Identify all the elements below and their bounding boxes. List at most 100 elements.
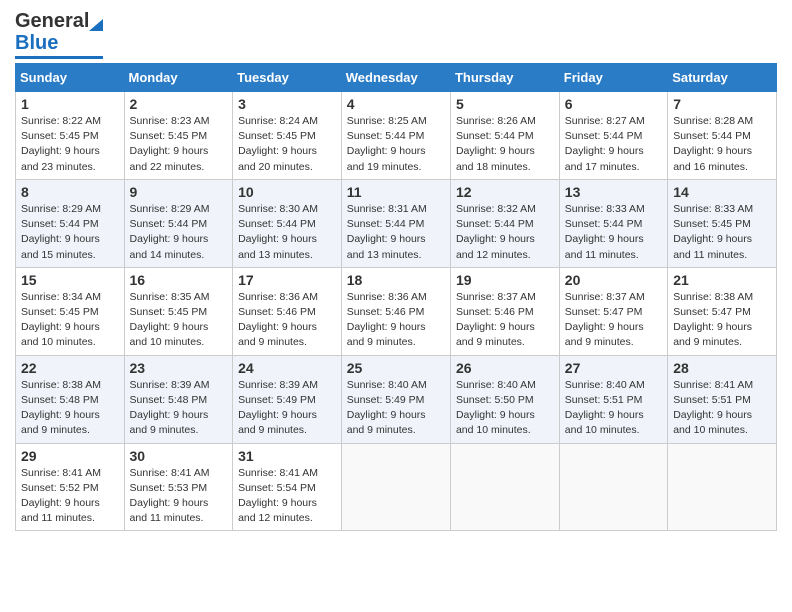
page-header: GeneralBlue	[15, 10, 777, 59]
day-number: 19	[456, 272, 554, 288]
logo-text-block: GeneralBlue	[15, 10, 103, 59]
calendar-week-row: 15 Sunrise: 8:34 AMSunset: 5:45 PMDaylig…	[16, 267, 777, 355]
col-header-monday: Monday	[124, 64, 233, 92]
day-number: 11	[347, 184, 445, 200]
day-number: 12	[456, 184, 554, 200]
day-info: Sunrise: 8:41 AMSunset: 5:52 PMDaylight:…	[21, 466, 119, 527]
day-number: 14	[673, 184, 771, 200]
day-info: Sunrise: 8:41 AMSunset: 5:53 PMDaylight:…	[130, 466, 228, 527]
calendar-cell: 30 Sunrise: 8:41 AMSunset: 5:53 PMDaylig…	[124, 443, 233, 531]
calendar-cell: 27 Sunrise: 8:40 AMSunset: 5:51 PMDaylig…	[559, 355, 667, 443]
col-header-thursday: Thursday	[450, 64, 559, 92]
day-info: Sunrise: 8:36 AMSunset: 5:46 PMDaylight:…	[238, 290, 336, 351]
calendar-cell: 9 Sunrise: 8:29 AMSunset: 5:44 PMDayligh…	[124, 179, 233, 267]
day-number: 22	[21, 360, 119, 376]
day-number: 6	[565, 96, 662, 112]
day-info: Sunrise: 8:25 AMSunset: 5:44 PMDaylight:…	[347, 114, 445, 175]
day-info: Sunrise: 8:35 AMSunset: 5:45 PMDaylight:…	[130, 290, 228, 351]
day-info: Sunrise: 8:40 AMSunset: 5:49 PMDaylight:…	[347, 378, 445, 439]
calendar-cell: 15 Sunrise: 8:34 AMSunset: 5:45 PMDaylig…	[16, 267, 125, 355]
calendar-week-row: 1 Sunrise: 8:22 AMSunset: 5:45 PMDayligh…	[16, 92, 777, 180]
calendar-cell	[450, 443, 559, 531]
calendar-cell: 25 Sunrise: 8:40 AMSunset: 5:49 PMDaylig…	[341, 355, 450, 443]
day-info: Sunrise: 8:29 AMSunset: 5:44 PMDaylight:…	[130, 202, 228, 263]
day-info: Sunrise: 8:32 AMSunset: 5:44 PMDaylight:…	[456, 202, 554, 263]
day-info: Sunrise: 8:26 AMSunset: 5:44 PMDaylight:…	[456, 114, 554, 175]
day-number: 8	[21, 184, 119, 200]
calendar-cell: 12 Sunrise: 8:32 AMSunset: 5:44 PMDaylig…	[450, 179, 559, 267]
day-info: Sunrise: 8:39 AMSunset: 5:49 PMDaylight:…	[238, 378, 336, 439]
day-number: 21	[673, 272, 771, 288]
calendar-table: SundayMondayTuesdayWednesdayThursdayFrid…	[15, 63, 777, 531]
calendar-cell: 28 Sunrise: 8:41 AMSunset: 5:51 PMDaylig…	[668, 355, 777, 443]
logo-underline	[15, 56, 103, 59]
day-info: Sunrise: 8:41 AMSunset: 5:54 PMDaylight:…	[238, 466, 336, 527]
day-info: Sunrise: 8:33 AMSunset: 5:44 PMDaylight:…	[565, 202, 662, 263]
day-number: 31	[238, 448, 336, 464]
calendar-week-row: 29 Sunrise: 8:41 AMSunset: 5:52 PMDaylig…	[16, 443, 777, 531]
day-info: Sunrise: 8:31 AMSunset: 5:44 PMDaylight:…	[347, 202, 445, 263]
logo-general-label: General	[15, 10, 89, 32]
day-info: Sunrise: 8:22 AMSunset: 5:45 PMDaylight:…	[21, 114, 119, 175]
calendar-cell	[559, 443, 667, 531]
calendar-week-row: 8 Sunrise: 8:29 AMSunset: 5:44 PMDayligh…	[16, 179, 777, 267]
day-info: Sunrise: 8:30 AMSunset: 5:44 PMDaylight:…	[238, 202, 336, 263]
calendar-cell: 16 Sunrise: 8:35 AMSunset: 5:45 PMDaylig…	[124, 267, 233, 355]
day-number: 13	[565, 184, 662, 200]
calendar-cell: 20 Sunrise: 8:37 AMSunset: 5:47 PMDaylig…	[559, 267, 667, 355]
calendar-cell: 24 Sunrise: 8:39 AMSunset: 5:49 PMDaylig…	[233, 355, 342, 443]
day-info: Sunrise: 8:40 AMSunset: 5:50 PMDaylight:…	[456, 378, 554, 439]
calendar-cell: 17 Sunrise: 8:36 AMSunset: 5:46 PMDaylig…	[233, 267, 342, 355]
day-number: 1	[21, 96, 119, 112]
calendar-cell: 7 Sunrise: 8:28 AMSunset: 5:44 PMDayligh…	[668, 92, 777, 180]
day-info: Sunrise: 8:40 AMSunset: 5:51 PMDaylight:…	[565, 378, 662, 439]
day-number: 7	[673, 96, 771, 112]
day-info: Sunrise: 8:41 AMSunset: 5:51 PMDaylight:…	[673, 378, 771, 439]
day-number: 16	[130, 272, 228, 288]
calendar-cell: 11 Sunrise: 8:31 AMSunset: 5:44 PMDaylig…	[341, 179, 450, 267]
calendar-cell: 3 Sunrise: 8:24 AMSunset: 5:45 PMDayligh…	[233, 92, 342, 180]
calendar-cell: 2 Sunrise: 8:23 AMSunset: 5:45 PMDayligh…	[124, 92, 233, 180]
calendar-cell: 29 Sunrise: 8:41 AMSunset: 5:52 PMDaylig…	[16, 443, 125, 531]
calendar-cell: 18 Sunrise: 8:36 AMSunset: 5:46 PMDaylig…	[341, 267, 450, 355]
calendar-cell: 22 Sunrise: 8:38 AMSunset: 5:48 PMDaylig…	[16, 355, 125, 443]
calendar-header-row: SundayMondayTuesdayWednesdayThursdayFrid…	[16, 64, 777, 92]
day-info: Sunrise: 8:37 AMSunset: 5:47 PMDaylight:…	[565, 290, 662, 351]
calendar-cell: 10 Sunrise: 8:30 AMSunset: 5:44 PMDaylig…	[233, 179, 342, 267]
day-number: 3	[238, 96, 336, 112]
calendar-cell: 1 Sunrise: 8:22 AMSunset: 5:45 PMDayligh…	[16, 92, 125, 180]
day-info: Sunrise: 8:29 AMSunset: 5:44 PMDaylight:…	[21, 202, 119, 263]
day-number: 20	[565, 272, 662, 288]
logo: GeneralBlue	[15, 10, 103, 59]
col-header-tuesday: Tuesday	[233, 64, 342, 92]
calendar-week-row: 22 Sunrise: 8:38 AMSunset: 5:48 PMDaylig…	[16, 355, 777, 443]
day-number: 23	[130, 360, 228, 376]
day-number: 9	[130, 184, 228, 200]
calendar-cell: 21 Sunrise: 8:38 AMSunset: 5:47 PMDaylig…	[668, 267, 777, 355]
day-info: Sunrise: 8:28 AMSunset: 5:44 PMDaylight:…	[673, 114, 771, 175]
day-number: 10	[238, 184, 336, 200]
col-header-saturday: Saturday	[668, 64, 777, 92]
col-header-friday: Friday	[559, 64, 667, 92]
calendar-cell: 8 Sunrise: 8:29 AMSunset: 5:44 PMDayligh…	[16, 179, 125, 267]
calendar-cell	[341, 443, 450, 531]
day-number: 25	[347, 360, 445, 376]
calendar-cell: 13 Sunrise: 8:33 AMSunset: 5:44 PMDaylig…	[559, 179, 667, 267]
calendar-cell: 23 Sunrise: 8:39 AMSunset: 5:48 PMDaylig…	[124, 355, 233, 443]
calendar-cell: 14 Sunrise: 8:33 AMSunset: 5:45 PMDaylig…	[668, 179, 777, 267]
day-number: 30	[130, 448, 228, 464]
day-number: 17	[238, 272, 336, 288]
logo-blue-label: Blue	[15, 32, 58, 54]
day-number: 27	[565, 360, 662, 376]
day-info: Sunrise: 8:36 AMSunset: 5:46 PMDaylight:…	[347, 290, 445, 351]
logo-triangle-icon	[89, 11, 103, 31]
day-number: 2	[130, 96, 228, 112]
day-number: 4	[347, 96, 445, 112]
calendar-cell: 19 Sunrise: 8:37 AMSunset: 5:46 PMDaylig…	[450, 267, 559, 355]
calendar-cell	[668, 443, 777, 531]
day-info: Sunrise: 8:38 AMSunset: 5:47 PMDaylight:…	[673, 290, 771, 351]
day-info: Sunrise: 8:39 AMSunset: 5:48 PMDaylight:…	[130, 378, 228, 439]
day-number: 28	[673, 360, 771, 376]
day-number: 26	[456, 360, 554, 376]
day-number: 29	[21, 448, 119, 464]
